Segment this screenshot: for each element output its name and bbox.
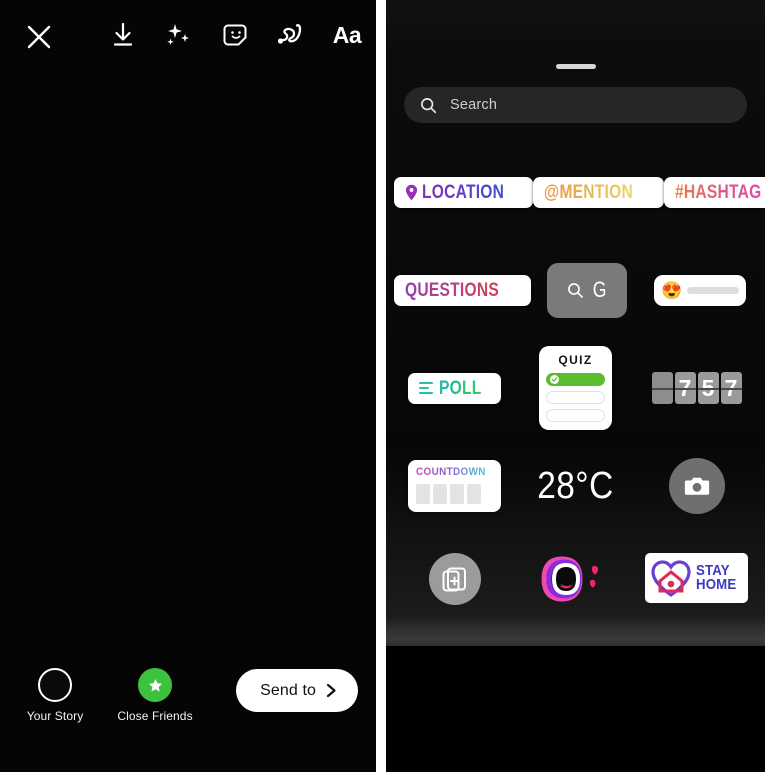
your-story-avatar	[38, 668, 72, 702]
flip-digit	[651, 372, 673, 404]
questions-sticker[interactable]: QUESTIONS	[394, 274, 531, 306]
countdown-sticker[interactable]: COUNTDOWN	[394, 460, 515, 512]
location-pill: LOCATION	[394, 176, 534, 208]
slider-track[interactable]	[686, 286, 740, 294]
add-photo-sticker[interactable]	[394, 553, 515, 605]
close-icon[interactable]	[24, 22, 54, 52]
panel-divider	[376, 0, 386, 772]
download-icon[interactable]	[108, 18, 138, 52]
countdown-card: COUNTDOWN	[407, 460, 502, 512]
camera-icon	[684, 477, 709, 495]
text-icon[interactable]: Aa	[332, 18, 362, 52]
poll-label: POLL	[438, 377, 482, 399]
heart-eyes-emoji: 😍	[661, 280, 683, 300]
quiz-sticker[interactable]: QUIZ	[515, 346, 636, 430]
questions-label: QUESTIONS	[405, 279, 499, 301]
story-composer-screen: Aa Your Story Close Friends Send to	[0, 0, 376, 772]
tray-bottom-area	[386, 646, 765, 772]
poll-sticker[interactable]: POLL	[394, 372, 515, 404]
quiz-title: QUIZ	[558, 353, 593, 367]
camera-circle	[668, 458, 725, 514]
composer-bottom-bar: Your Story Close Friends Send to	[0, 654, 376, 772]
close-friends-label: Close Friends	[117, 709, 193, 723]
poll-pill: POLL	[407, 372, 502, 404]
hashtag-label: #HASHTAG	[674, 181, 762, 203]
draw-squiggle-icon[interactable]	[276, 18, 306, 52]
countdown-clock-sticker[interactable]: 7 5 7	[636, 372, 757, 404]
sticker-tray: Search LOCATION @MENTION #HASHTAG QUESTI…	[386, 0, 765, 646]
your-story-label: Your Story	[26, 709, 84, 723]
sticker-tray-screen: Search LOCATION @MENTION #HASHTAG QUESTI…	[386, 0, 765, 772]
emoji-slider: 😍	[654, 274, 747, 306]
send-to-label: Send to	[260, 681, 316, 699]
heart-house-icon	[651, 560, 691, 597]
sticker-row: COUNTDOWN 28°C	[386, 455, 765, 517]
composer-toolbar: Aa	[0, 0, 376, 72]
dual-screenshot: Aa Your Story Close Friends Send to Sear…	[0, 0, 765, 772]
gif-sticker[interactable]: G	[531, 262, 644, 318]
gif-box: G	[547, 262, 628, 318]
quiz-option	[546, 391, 605, 404]
hashtag-sticker[interactable]: #HASHTAG	[663, 176, 765, 208]
sticker-row: POLL QUIZ 7 5 7	[386, 346, 765, 430]
mention-sticker[interactable]: @MENTION	[533, 176, 664, 208]
search-input[interactable]: Search	[404, 87, 747, 123]
add-photo-icon	[442, 567, 466, 592]
text-icon-label: Aa	[332, 21, 362, 48]
sticker-smiley-icon[interactable]	[220, 18, 250, 52]
location-pin-icon	[405, 184, 418, 200]
quiz-option-correct	[546, 373, 605, 386]
sticker-row: LOCATION @MENTION #HASHTAG	[386, 161, 765, 223]
camera-sticker[interactable]	[636, 458, 757, 514]
quiz-card: QUIZ	[539, 346, 612, 430]
sticker-grid: LOCATION @MENTION #HASHTAG QUESTIONS G 😍…	[386, 161, 765, 605]
mouth-hearts-icon	[536, 553, 616, 605]
sticker-row: STAY HOME	[386, 553, 765, 605]
location-label: LOCATION	[422, 181, 505, 203]
stay-home-sticker[interactable]: STAY HOME	[636, 553, 757, 603]
location-sticker[interactable]: LOCATION	[394, 176, 534, 208]
flip-digit: 7	[720, 372, 742, 404]
mention-label: @MENTION	[544, 181, 634, 203]
your-story-button[interactable]: Your Story	[18, 668, 92, 723]
check-icon	[550, 375, 559, 384]
temperature-sticker[interactable]: 28°C	[515, 467, 636, 505]
search-placeholder: Search	[450, 97, 498, 113]
hashtag-pill: #HASHTAG	[663, 176, 765, 208]
close-friends-button[interactable]: Close Friends	[117, 668, 193, 723]
stay-home-text: STAY HOME	[696, 563, 737, 593]
flip-clock: 7 5 7	[651, 372, 742, 404]
star-icon	[148, 678, 162, 691]
search-icon	[421, 97, 437, 113]
countdown-label: COUNTDOWN	[415, 466, 486, 478]
search-icon	[567, 282, 583, 298]
composer-tool-group: Aa	[108, 18, 362, 52]
stay-home-line2: HOME	[696, 576, 737, 593]
quiz-option	[546, 409, 605, 422]
emoji-slider-sticker[interactable]: 😍	[644, 274, 757, 306]
tray-bottom-fade	[386, 616, 765, 646]
gif-label: G	[592, 277, 607, 302]
stay-home-card: STAY HOME	[645, 553, 748, 603]
flip-digit: 7	[674, 372, 696, 404]
audience-group: Your Story Close Friends	[18, 668, 193, 723]
send-to-button[interactable]: Send to	[236, 669, 358, 712]
mouth-gif-sticker[interactable]	[515, 553, 636, 605]
poll-bars-icon	[418, 381, 433, 395]
close-friends-avatar	[138, 668, 172, 702]
add-photo-circle	[428, 553, 481, 605]
sparkles-icon[interactable]	[164, 18, 194, 52]
chevron-right-icon	[326, 683, 336, 698]
mention-pill: @MENTION	[533, 176, 664, 208]
questions-pill: QUESTIONS	[394, 274, 531, 306]
flip-digit: 5	[697, 372, 719, 404]
sticker-row: QUESTIONS G 😍	[386, 259, 765, 321]
drag-handle[interactable]	[555, 64, 596, 69]
countdown-blocks	[415, 484, 494, 504]
temperature-label: 28°C	[537, 465, 614, 507]
